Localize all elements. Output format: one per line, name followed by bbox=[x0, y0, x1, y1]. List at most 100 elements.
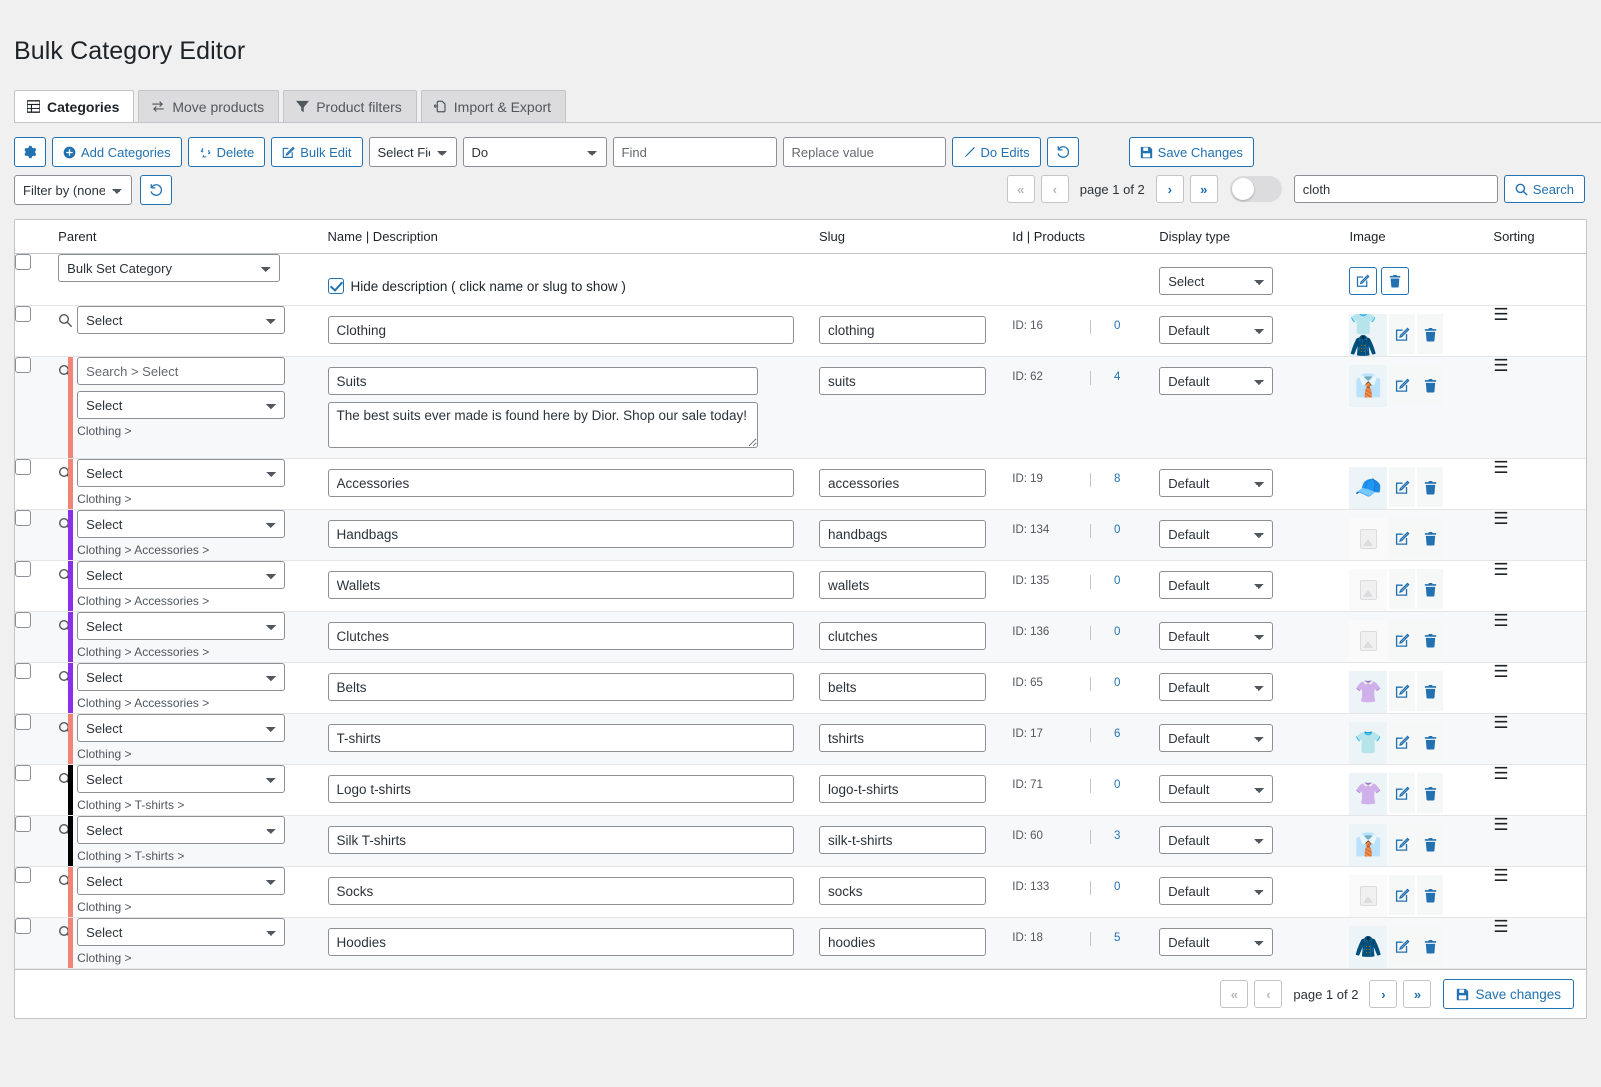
category-name-input[interactable] bbox=[327, 520, 794, 549]
filter-reset-button[interactable] bbox=[140, 175, 172, 206]
view-mode-toggle[interactable] bbox=[1229, 176, 1282, 203]
category-slug-input[interactable] bbox=[818, 367, 986, 396]
parent-select-dropdown[interactable]: Select bbox=[77, 918, 286, 947]
row-checkbox[interactable] bbox=[15, 663, 31, 680]
display-type-dropdown[interactable]: Default bbox=[1159, 724, 1274, 753]
edit-image-button[interactable] bbox=[1389, 671, 1416, 712]
category-name-input[interactable] bbox=[327, 877, 794, 906]
category-slug-input[interactable] bbox=[818, 673, 986, 702]
category-name-input[interactable] bbox=[327, 622, 794, 651]
drag-handle-icon[interactable]: ☰ bbox=[1493, 815, 1508, 834]
category-slug-input[interactable] bbox=[818, 316, 986, 345]
row-checkbox[interactable] bbox=[15, 867, 31, 884]
delete-image-button[interactable] bbox=[1417, 314, 1444, 355]
footer-pagination-first-button[interactable]: « bbox=[1220, 980, 1249, 1009]
delete-image-button[interactable] bbox=[1417, 722, 1444, 763]
parent-select-dropdown[interactable]: Select bbox=[77, 612, 286, 641]
product-count-link[interactable]: 0 bbox=[1091, 524, 1143, 536]
parent-select-dropdown[interactable]: Select bbox=[77, 867, 286, 896]
row-checkbox[interactable] bbox=[15, 306, 31, 323]
edit-image-button[interactable] bbox=[1389, 620, 1416, 661]
do-edits-button[interactable]: Do Edits bbox=[951, 137, 1041, 168]
bulk-row-checkbox[interactable] bbox=[15, 254, 31, 271]
category-thumbnail[interactable]: 👔 bbox=[1349, 824, 1388, 867]
footer-pagination-prev-button[interactable]: ‹ bbox=[1254, 980, 1283, 1009]
category-name-input[interactable] bbox=[327, 469, 794, 498]
footer-pagination-next-button[interactable]: › bbox=[1369, 980, 1398, 1009]
bulk-edit-button[interactable]: Bulk Edit bbox=[271, 137, 363, 168]
category-name-input[interactable] bbox=[327, 724, 794, 753]
image-placeholder[interactable] bbox=[1349, 518, 1388, 561]
product-count-link[interactable]: 6 bbox=[1091, 728, 1143, 740]
display-type-dropdown[interactable]: Default bbox=[1159, 775, 1274, 804]
category-name-input[interactable] bbox=[327, 673, 794, 702]
delete-image-button[interactable] bbox=[1417, 518, 1444, 559]
edit-image-button[interactable] bbox=[1389, 722, 1416, 763]
row-checkbox[interactable] bbox=[15, 510, 31, 527]
category-thumbnail[interactable]: 🧢 bbox=[1349, 467, 1388, 510]
display-type-dropdown[interactable]: Default bbox=[1159, 469, 1274, 498]
category-thumbnail[interactable]: 🧥 bbox=[1349, 926, 1388, 969]
product-count-link[interactable]: 0 bbox=[1091, 626, 1143, 638]
tab-move-products[interactable]: Move products bbox=[138, 90, 280, 124]
category-thumbnail[interactable]: 👕 bbox=[1349, 722, 1388, 765]
search-icon[interactable] bbox=[58, 313, 73, 328]
category-name-input[interactable] bbox=[327, 928, 794, 957]
pagination-first-button[interactable]: « bbox=[1006, 175, 1035, 204]
edit-image-button[interactable] bbox=[1389, 875, 1416, 916]
display-type-dropdown[interactable]: Default bbox=[1159, 826, 1274, 855]
select-field-dropdown[interactable]: Select Field bbox=[368, 137, 457, 168]
display-type-dropdown[interactable]: Default bbox=[1159, 928, 1274, 957]
delete-image-button[interactable] bbox=[1417, 824, 1444, 865]
product-count-link[interactable]: 0 bbox=[1091, 677, 1143, 689]
replace-value-input[interactable] bbox=[782, 137, 946, 168]
pagination-next-button[interactable]: › bbox=[1155, 175, 1184, 204]
product-count-link[interactable]: 0 bbox=[1091, 881, 1143, 893]
image-placeholder[interactable] bbox=[1349, 620, 1388, 663]
category-slug-input[interactable] bbox=[818, 622, 986, 651]
category-slug-input[interactable] bbox=[818, 775, 986, 804]
drag-handle-icon[interactable]: ☰ bbox=[1493, 713, 1508, 732]
delete-button[interactable]: Delete bbox=[187, 137, 266, 168]
parent-select-dropdown[interactable]: Select bbox=[77, 306, 286, 335]
filter-by-dropdown[interactable]: Filter by (none) bbox=[14, 175, 132, 206]
drag-handle-icon[interactable]: ☰ bbox=[1493, 458, 1508, 477]
bulk-edit-image-button[interactable] bbox=[1349, 267, 1378, 296]
image-placeholder[interactable] bbox=[1349, 875, 1388, 918]
delete-image-button[interactable] bbox=[1417, 569, 1444, 610]
category-slug-input[interactable] bbox=[818, 826, 986, 855]
parent-select-dropdown[interactable]: Select bbox=[77, 663, 286, 692]
edit-image-button[interactable] bbox=[1389, 773, 1416, 814]
category-name-input[interactable] bbox=[327, 367, 758, 396]
find-input[interactable] bbox=[612, 137, 777, 168]
do-dropdown[interactable]: Do bbox=[462, 137, 607, 168]
bulk-delete-image-button[interactable] bbox=[1381, 267, 1410, 296]
drag-handle-icon[interactable]: ☰ bbox=[1493, 917, 1508, 936]
parent-select-dropdown[interactable]: Select bbox=[77, 561, 286, 590]
pagination-prev-button[interactable]: ‹ bbox=[1040, 175, 1069, 204]
category-thumbnail[interactable]: 👚 bbox=[1349, 773, 1388, 816]
delete-image-button[interactable] bbox=[1417, 926, 1444, 967]
edit-image-button[interactable] bbox=[1389, 518, 1416, 559]
undo-edits-button[interactable] bbox=[1046, 137, 1079, 168]
footer-pagination-last-button[interactable]: » bbox=[1403, 980, 1432, 1009]
drag-handle-icon[interactable]: ☰ bbox=[1493, 509, 1508, 528]
image-placeholder[interactable] bbox=[1349, 569, 1388, 612]
category-thumbnail[interactable]: 👕🧥 bbox=[1349, 314, 1388, 357]
parent-select-dropdown[interactable]: Select bbox=[77, 510, 286, 539]
parent-select-dropdown[interactable]: Select bbox=[77, 714, 286, 743]
delete-image-button[interactable] bbox=[1417, 671, 1444, 712]
search-button[interactable]: Search bbox=[1503, 175, 1585, 204]
delete-image-button[interactable] bbox=[1417, 875, 1444, 916]
tab-import-export[interactable]: Import & Export bbox=[420, 90, 567, 124]
bulk-display-type-dropdown[interactable]: Select bbox=[1159, 267, 1274, 296]
category-slug-input[interactable] bbox=[818, 571, 986, 600]
display-type-dropdown[interactable]: Default bbox=[1159, 571, 1274, 600]
edit-image-button[interactable] bbox=[1389, 569, 1416, 610]
save-changes-button[interactable]: Save Changes bbox=[1128, 137, 1254, 168]
product-count-link[interactable]: 0 bbox=[1091, 575, 1143, 587]
drag-handle-icon[interactable]: ☰ bbox=[1493, 662, 1508, 681]
parent-select-dropdown[interactable]: Select bbox=[77, 765, 286, 794]
category-name-input[interactable] bbox=[327, 316, 794, 345]
display-type-dropdown[interactable]: Default bbox=[1159, 877, 1274, 906]
